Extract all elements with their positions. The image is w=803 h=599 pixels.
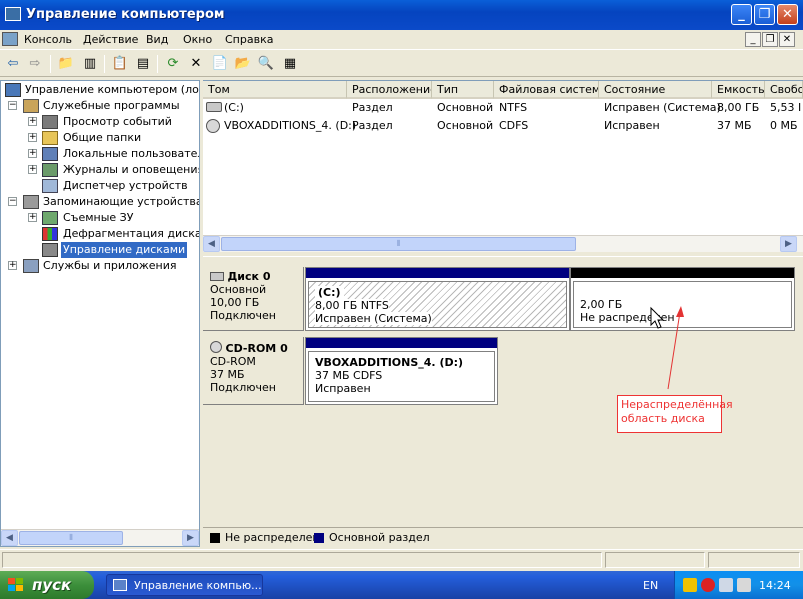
status-bar (0, 549, 803, 569)
language-indicator[interactable]: EN (643, 579, 658, 592)
security-alert-icon[interactable] (701, 578, 715, 592)
status-panel (2, 552, 602, 568)
network-icon[interactable] (719, 578, 733, 592)
mouse-cursor-icon (650, 306, 665, 329)
taskbar: пуск Управление компью... EN 14:24 (0, 571, 803, 599)
clock[interactable]: 14:24 (759, 579, 791, 592)
legend-swatch-unallocated (210, 533, 220, 543)
status-panel (708, 552, 800, 568)
legend-label-unallocated: Не распределен (225, 531, 320, 544)
start-button[interactable]: пуск (0, 571, 94, 599)
annotation-callout: Нераспределённая область диска (617, 395, 733, 433)
taskbar-button-label: Управление компью... (134, 579, 262, 592)
taskbar-button-computer-management[interactable]: Управление компью... (106, 574, 263, 596)
hardware-icon[interactable] (737, 578, 751, 592)
status-panel (605, 552, 705, 568)
security-shield-icon[interactable] (683, 578, 697, 592)
start-label: пуск (32, 576, 72, 594)
legend-swatch-primary (314, 533, 324, 543)
system-tray: 14:24 (674, 571, 803, 599)
computer-management-icon (113, 579, 127, 591)
legend: Не распределен Основной раздел (203, 527, 803, 547)
windows-logo-icon (8, 578, 23, 591)
annotation-arrow (650, 306, 684, 390)
legend-label-primary: Основной раздел (329, 531, 430, 544)
